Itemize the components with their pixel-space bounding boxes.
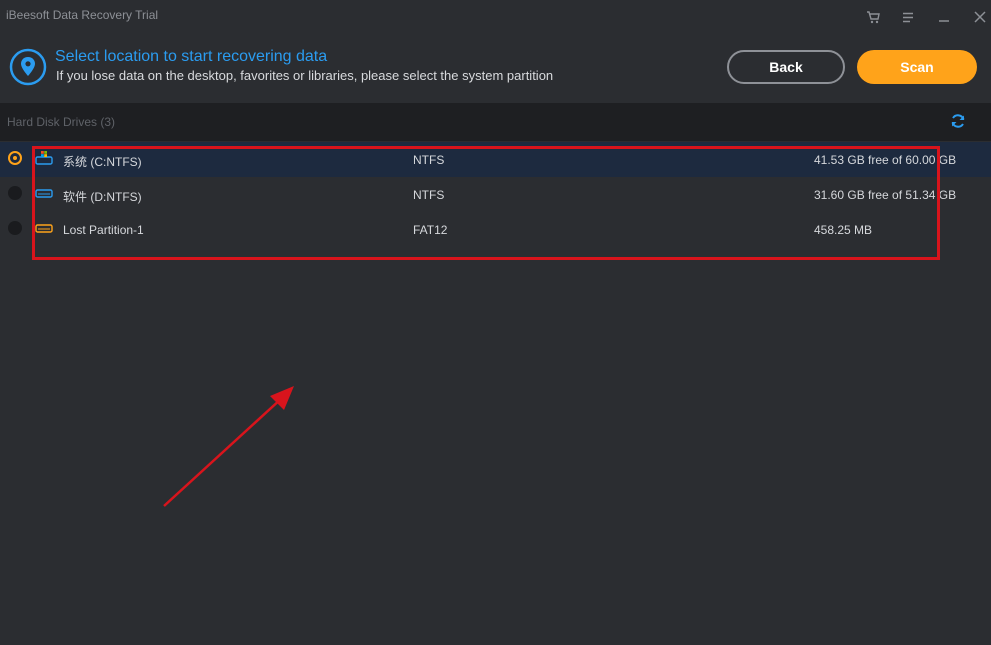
location-pin-icon <box>9 48 47 86</box>
drive-row[interactable]: Lost Partition-1 FAT12 458.25 MB <box>0 212 991 247</box>
drive-row[interactable]: 系统 (C:NTFS) NTFS 41.53 GB free of 60.00 … <box>0 142 991 177</box>
drive-row[interactable]: 软件 (D:NTFS) NTFS 31.60 GB free of 51.34 … <box>0 177 991 212</box>
drive-size: 31.60 GB free of 51.34 GB <box>814 188 957 202</box>
minimize-icon[interactable] <box>933 6 955 28</box>
refresh-icon[interactable] <box>950 113 966 129</box>
section-header: Hard Disk Drives (3) <box>0 103 991 141</box>
title-bar: iBeesoft Data Recovery Trial <box>0 0 991 32</box>
drive-radio[interactable] <box>8 221 22 235</box>
drive-name: 系统 (C:NTFS) <box>63 155 142 169</box>
drive-name: Lost Partition-1 <box>63 223 144 237</box>
app-title: iBeesoft Data Recovery Trial <box>6 8 159 22</box>
menu-icon[interactable] <box>897 6 919 28</box>
lost-drive-icon <box>35 224 53 233</box>
annotation-arrow-icon <box>163 386 294 507</box>
drive-size: 458.25 MB <box>814 223 873 237</box>
page-title: Select location to start recovering data <box>55 48 328 65</box>
windows-drive-icon <box>35 151 53 165</box>
scan-button[interactable]: Scan <box>857 50 977 84</box>
section-label: Hard Disk Drives (3) <box>7 115 116 129</box>
close-icon[interactable] <box>969 6 991 28</box>
drive-name: 软件 (D:NTFS) <box>63 190 142 204</box>
drive-filesystem: NTFS <box>413 153 445 167</box>
drive-filesystem: NTFS <box>413 188 445 202</box>
drive-radio[interactable] <box>8 151 22 165</box>
drive-filesystem: FAT12 <box>413 223 448 237</box>
page-subtitle: If you lose data on the desktop, favorit… <box>56 68 554 83</box>
drive-radio[interactable] <box>8 186 22 200</box>
drive-size: 41.53 GB free of 60.00 GB <box>814 153 957 167</box>
drive-icon <box>35 189 53 198</box>
cart-icon[interactable] <box>862 6 884 28</box>
back-button[interactable]: Back <box>727 50 845 84</box>
